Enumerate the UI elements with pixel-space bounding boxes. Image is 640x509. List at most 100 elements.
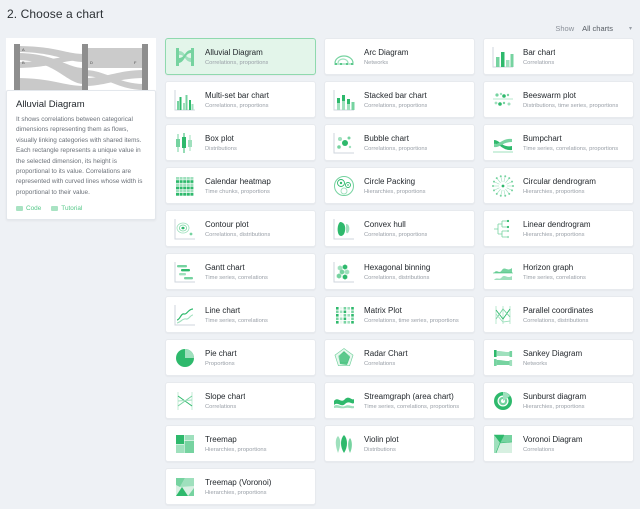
chart-card[interactable]: Voronoi Diagram Correlations <box>483 425 634 462</box>
chart-card[interactable]: Treemap (Voronoi) Hierarchies, proportion… <box>165 468 316 505</box>
radar-icon <box>331 345 357 371</box>
chart-card-subtitle: Hierarchies, proportions <box>523 188 585 195</box>
chart-card[interactable]: Bumpchart Time series, correlations, prop… <box>483 124 634 161</box>
chart-card[interactable]: Circular dendrogram Hierarchies, proporti… <box>483 167 634 204</box>
chart-card-title: Hexagonal binning <box>364 262 431 272</box>
code-link[interactable]: Code <box>16 205 41 212</box>
chart-card-title: Sunburst diagram <box>523 391 587 401</box>
content-layout: A B C D E F G Alluvial Diagram It shows … <box>0 38 640 509</box>
violin-icon <box>331 431 357 457</box>
chart-card-text: Stacked bar chart Correlations, proportio… <box>364 91 427 109</box>
streamgraph-icon <box>331 388 357 414</box>
chart-card[interactable]: Convex hull Correlations, proportions <box>324 210 475 247</box>
chart-info-card: Alluvial Diagram It shows correlations b… <box>6 90 156 220</box>
chart-card-text: Bumpchart Time series, correlations, prop… <box>523 134 618 152</box>
chart-card[interactable]: Slope chart Correlations <box>165 382 316 419</box>
chart-card[interactable]: Linear dendrogram Hierarchies, proportion… <box>483 210 634 247</box>
chart-card[interactable]: Treemap Hierarchies, proportions <box>165 425 316 462</box>
calendar-heatmap-icon <box>172 173 198 199</box>
chart-card-subtitle: Distributions <box>205 145 237 152</box>
chart-card-text: Circle Packing Hierarchies, proportions <box>364 177 426 195</box>
chart-card[interactable]: Pie chart Proportions <box>165 339 316 376</box>
chart-card-subtitle: Correlations, distributions <box>205 231 271 238</box>
chart-card-text: Sankey Diagram Networks <box>523 349 582 367</box>
chart-card[interactable]: Contour plot Correlations, distributions <box>165 210 316 247</box>
chart-card-subtitle: Hierarchies, proportions <box>523 231 585 238</box>
tutorial-link-label: Tutorial <box>61 205 83 212</box>
chart-card-subtitle: Hierarchies, proportions <box>364 188 426 195</box>
chart-card-subtitle: Time series, correlations <box>523 274 586 281</box>
info-card-title: Alluvial Diagram <box>16 99 85 110</box>
chart-card[interactable]: Streamgraph (area chart) Time series, cor… <box>324 382 475 419</box>
chart-card-text: Parallel coordinates Correlations, distri… <box>523 306 593 324</box>
bubble-icon <box>331 130 357 156</box>
chart-card[interactable]: Bubble chart Correlations, proportions <box>324 124 475 161</box>
chart-card[interactable]: Bar chart Correlations <box>483 38 634 75</box>
chart-card[interactable]: Arc Diagram Networks <box>324 38 475 75</box>
chart-card-text: Treemap Hierarchies, proportions <box>205 435 267 453</box>
chart-card[interactable]: Matrix Plot Correlations, time series, pr… <box>324 296 475 333</box>
chart-card-text: Radar Chart Correlations <box>364 349 408 367</box>
chart-card-subtitle: Time chunks, proportions <box>205 188 270 195</box>
chart-card[interactable]: Circle Packing Hierarchies, proportions <box>324 167 475 204</box>
boxplot-icon <box>172 130 198 156</box>
circle-packing-icon <box>331 173 357 199</box>
chart-card[interactable]: Alluvial Diagram Correlations, proportion… <box>165 38 316 75</box>
chart-card-text: Linear dendrogram Hierarchies, proportion… <box>523 220 591 238</box>
chart-card-title: Treemap <box>205 434 237 444</box>
chart-card-subtitle: Correlations <box>523 446 555 453</box>
chart-card-text: Convex hull Correlations, proportions <box>364 220 427 238</box>
code-link-label: Code <box>26 205 42 212</box>
chart-card[interactable]: Calendar heatmap Time chunks, proportions <box>165 167 316 204</box>
chart-card[interactable]: Gantt chart Time series, correlations <box>165 253 316 290</box>
svg-text:B: B <box>22 60 25 65</box>
chart-card-text: Pie chart Proportions <box>205 349 237 367</box>
chart-card-title: Sankey Diagram <box>523 348 583 358</box>
chart-card-subtitle: Time series, correlations <box>205 317 268 324</box>
chart-card[interactable]: Stacked bar chart Correlations, proportio… <box>324 81 475 118</box>
chart-card-title: Alluvial Diagram <box>205 47 263 57</box>
chart-card[interactable]: Box plot Distributions <box>165 124 316 161</box>
chart-card[interactable]: Violin plot Distributions <box>324 425 475 462</box>
chart-card[interactable]: Parallel coordinates Correlations, distri… <box>483 296 634 333</box>
chart-card-subtitle: Distributions <box>364 446 396 453</box>
convex-hull-icon <box>331 216 357 242</box>
chart-card-title: Line chart <box>205 305 241 315</box>
chart-card-subtitle: Correlations, proportions <box>205 59 269 66</box>
chart-card[interactable]: Sunburst diagram Hierarchies, proportions <box>483 382 634 419</box>
svg-text:D: D <box>90 60 93 65</box>
chart-card-subtitle: Hierarchies, proportions <box>523 403 585 410</box>
chart-card-title: Linear dendrogram <box>523 219 591 229</box>
chart-card-subtitle: Correlations, distributions <box>523 317 589 324</box>
bump-icon <box>490 130 516 156</box>
sunburst-icon <box>490 388 516 414</box>
chart-card-subtitle: Correlations <box>205 403 237 410</box>
chart-card[interactable]: Multi-set bar chart Correlations, proport… <box>165 81 316 118</box>
voronoi-icon <box>490 431 516 457</box>
chart-card-subtitle: Correlations <box>523 59 555 66</box>
chart-filter-dropdown[interactable]: All charts ▾ <box>582 24 632 33</box>
chart-card[interactable]: Radar Chart Correlations <box>324 339 475 376</box>
chart-card-title: Bubble chart <box>364 133 409 143</box>
chart-card-title: Bar chart <box>523 47 556 57</box>
chart-card[interactable]: Beeswarm plot Distributions, time series,… <box>483 81 634 118</box>
chart-card[interactable]: Hexagonal binning Correlations, distribut… <box>324 253 475 290</box>
chart-card-title: Convex hull <box>364 219 406 229</box>
treemap-icon <box>172 431 198 457</box>
chart-card[interactable]: Horizon graph Time series, correlations <box>483 253 634 290</box>
chart-card-title: Treemap (Voronoi) <box>205 477 272 487</box>
svg-text:A: A <box>22 47 25 52</box>
chart-card-text: Slope chart Correlations <box>205 392 245 410</box>
chart-filter-value: All charts <box>582 24 613 33</box>
hexbin-icon <box>331 259 357 285</box>
chart-card-title: Bumpchart <box>523 133 562 143</box>
chart-card[interactable]: Line chart Time series, correlations <box>165 296 316 333</box>
info-card-links: Code Tutorial <box>16 205 146 212</box>
chart-card-subtitle: Correlations, proportions <box>364 145 428 152</box>
show-label: Show <box>555 24 575 33</box>
tutorial-link[interactable]: Tutorial <box>51 205 82 212</box>
alluvial-icon <box>172 44 198 70</box>
chart-card[interactable]: Sankey Diagram Networks <box>483 339 634 376</box>
chart-card-text: Contour plot Correlations, distributions <box>205 220 270 238</box>
chart-card-text: Bubble chart Correlations, proportions <box>364 134 427 152</box>
